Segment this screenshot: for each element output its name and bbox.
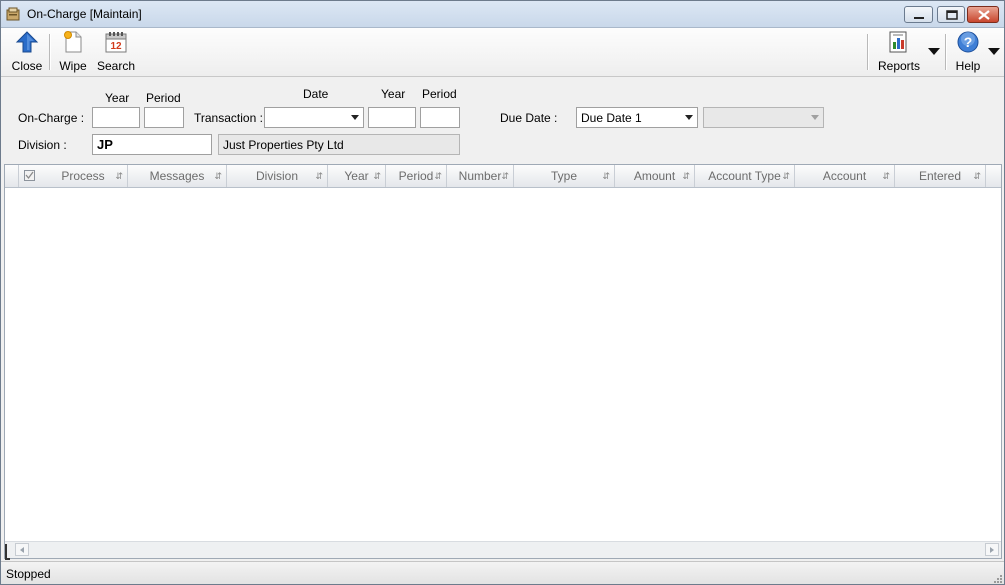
due-date-value: Due Date 1 bbox=[581, 111, 642, 125]
reports-dropdown-icon[interactable] bbox=[927, 46, 941, 56]
row-selector-header[interactable] bbox=[5, 165, 19, 187]
division-label: Division : bbox=[18, 138, 67, 152]
column-header-account-type[interactable]: Account Type ⇵ bbox=[695, 165, 795, 187]
chevron-down-icon bbox=[351, 115, 359, 120]
window-title: On-Charge [Maintain] bbox=[27, 7, 142, 21]
column-header-year[interactable]: Year ⇵ bbox=[328, 165, 386, 187]
search-button[interactable]: 12 Search bbox=[95, 28, 137, 76]
scroll-right-button[interactable] bbox=[985, 543, 999, 556]
status-text: Stopped bbox=[6, 567, 51, 581]
check-icon bbox=[25, 171, 34, 180]
toolbar: Close Wipe 12 Search Reports ? Help bbox=[1, 28, 1004, 77]
on-charge-period-header: Period bbox=[146, 91, 181, 105]
reports-button[interactable]: Reports bbox=[875, 28, 923, 76]
new-document-icon bbox=[64, 31, 82, 53]
division-code-input[interactable]: JP bbox=[92, 134, 212, 155]
transaction-period-header: Period bbox=[422, 87, 457, 101]
sort-icon: ⇵ bbox=[115, 171, 123, 181]
chevron-left-icon bbox=[20, 547, 24, 553]
close-button-label: Close bbox=[11, 59, 43, 73]
minimize-button[interactable] bbox=[904, 6, 933, 23]
transaction-period-input[interactable] bbox=[420, 107, 460, 128]
chevron-right-icon bbox=[990, 547, 994, 553]
help-button[interactable]: ? Help bbox=[951, 28, 985, 76]
close-button[interactable]: Close bbox=[7, 28, 47, 76]
on-charge-label: On-Charge : bbox=[18, 111, 85, 125]
due-date-secondary-select bbox=[703, 107, 824, 128]
due-date-label: Due Date : bbox=[500, 111, 558, 125]
sort-icon: ⇵ bbox=[373, 171, 381, 181]
resize-grip-icon[interactable] bbox=[992, 573, 1002, 583]
up-arrow-icon bbox=[15, 31, 39, 53]
calendar-icon-number: 12 bbox=[110, 41, 122, 52]
sort-icon: ⇵ bbox=[214, 171, 222, 181]
svg-text:?: ? bbox=[964, 34, 973, 50]
app-window: On-Charge [Maintain] Close Wipe 12 Searc… bbox=[0, 0, 1005, 585]
scroll-left-button[interactable] bbox=[15, 543, 29, 556]
wipe-button-label: Wipe bbox=[59, 59, 87, 73]
toolbar-separator bbox=[945, 34, 947, 70]
sort-icon: ⇵ bbox=[315, 171, 323, 181]
on-charge-grid[interactable]: Process ⇵ Messages ⇵ Division ⇵ Year ⇵ Perio… bbox=[4, 164, 1002, 559]
close-window-button[interactable] bbox=[967, 6, 999, 23]
reports-button-label: Reports bbox=[877, 59, 921, 73]
transaction-year-header: Year bbox=[381, 87, 406, 101]
on-charge-year-input[interactable] bbox=[92, 107, 140, 128]
status-bar: Stopped bbox=[1, 561, 1004, 584]
close-icon bbox=[978, 10, 990, 20]
column-header-amount[interactable]: Amount ⇵ bbox=[615, 165, 695, 187]
maximize-icon bbox=[946, 10, 958, 20]
due-date-select[interactable]: Due Date 1 bbox=[576, 107, 698, 128]
report-icon bbox=[889, 31, 907, 53]
calendar-icon: 12 bbox=[105, 32, 127, 53]
sort-icon: ⇵ bbox=[434, 171, 442, 181]
chevron-down-icon bbox=[811, 115, 819, 120]
toolbar-separator bbox=[867, 34, 869, 70]
sort-icon: ⇵ bbox=[882, 171, 890, 181]
on-charge-period-input[interactable] bbox=[144, 107, 184, 128]
sort-icon: ⇵ bbox=[973, 171, 981, 181]
help-dropdown-icon[interactable] bbox=[987, 46, 1001, 56]
resize-corner-marker bbox=[5, 544, 10, 560]
sort-icon: ⇵ bbox=[682, 171, 690, 181]
help-icon: ? bbox=[957, 31, 979, 53]
column-header-account[interactable]: Account ⇵ bbox=[795, 165, 895, 187]
column-header-process[interactable]: Process ⇵ bbox=[39, 165, 128, 187]
column-header-number[interactable]: Number ⇵ bbox=[447, 165, 514, 187]
help-button-label: Help bbox=[955, 59, 981, 73]
title-bar[interactable]: On-Charge [Maintain] bbox=[1, 1, 1004, 28]
maximize-button[interactable] bbox=[937, 6, 965, 23]
toolbar-separator bbox=[49, 34, 51, 70]
chevron-down-icon bbox=[685, 115, 693, 120]
column-header-type[interactable]: Type ⇵ bbox=[514, 165, 615, 187]
app-icon bbox=[6, 7, 20, 21]
sort-icon: ⇵ bbox=[501, 171, 509, 181]
on-charge-year-header: Year bbox=[105, 91, 130, 105]
criteria-form: Year Period On-Charge : Date Year Period… bbox=[1, 77, 1004, 163]
wipe-button[interactable]: Wipe bbox=[55, 28, 91, 76]
select-all-checkbox[interactable] bbox=[24, 170, 35, 181]
transaction-label: Transaction : bbox=[194, 111, 263, 125]
horizontal-scrollbar[interactable] bbox=[5, 541, 1001, 558]
transaction-date-header: Date bbox=[303, 87, 329, 101]
column-header-entered[interactable]: Entered ⇵ bbox=[895, 165, 986, 187]
grid-header: Process ⇵ Messages ⇵ Division ⇵ Year ⇵ Perio… bbox=[5, 165, 1001, 188]
sort-icon: ⇵ bbox=[602, 171, 610, 181]
minimize-icon bbox=[914, 17, 924, 19]
transaction-year-input[interactable] bbox=[368, 107, 416, 128]
transaction-date-combo[interactable] bbox=[264, 107, 364, 128]
sort-icon: ⇵ bbox=[782, 171, 790, 181]
division-name-field: Just Properties Pty Ltd bbox=[218, 134, 460, 155]
column-header-division[interactable]: Division ⇵ bbox=[227, 165, 328, 187]
column-header-period[interactable]: Period ⇵ bbox=[386, 165, 447, 187]
search-button-label: Search bbox=[96, 59, 136, 73]
column-header-messages[interactable]: Messages ⇵ bbox=[128, 165, 227, 187]
